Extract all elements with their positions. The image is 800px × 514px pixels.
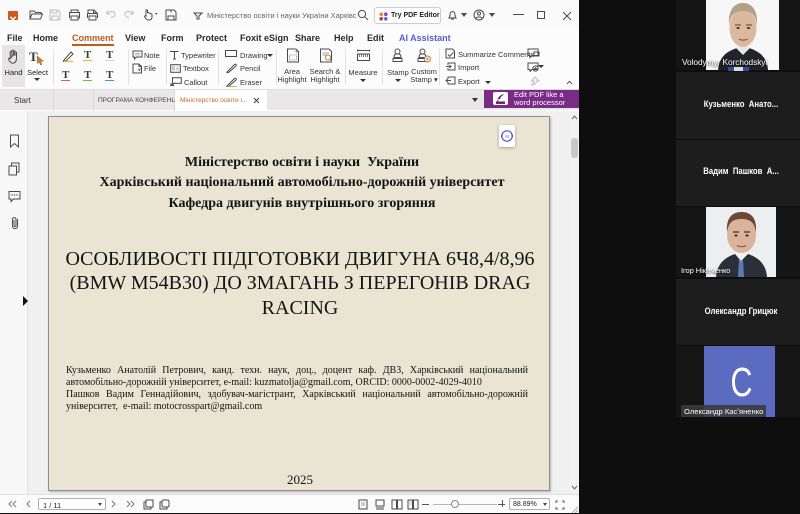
svg-text:AI: AI xyxy=(505,134,509,139)
